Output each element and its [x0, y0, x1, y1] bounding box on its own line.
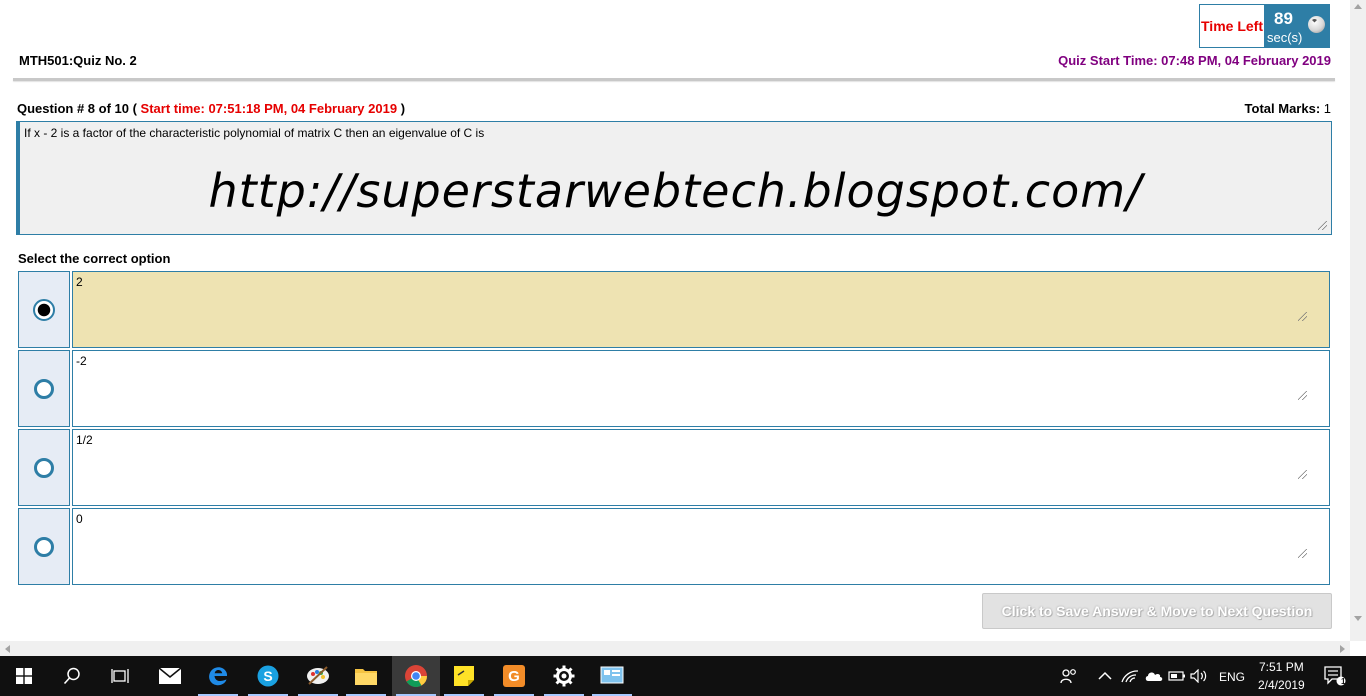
option-textarea[interactable]: 0	[72, 508, 1330, 585]
option-text: 2	[76, 275, 83, 289]
question-heading: Question # 8 of 10 ( Start time: 07:51:1…	[17, 101, 405, 116]
chevron-up-icon[interactable]	[1094, 656, 1116, 696]
option-textarea[interactable]: -2	[72, 350, 1330, 427]
save-next-button[interactable]: Click to Save Answer & Move to Next Ques…	[982, 593, 1332, 629]
time-left-counter: 89 sec(s)	[1264, 5, 1329, 47]
option-text: 1/2	[76, 433, 93, 447]
quiz-page: Time Left 89 sec(s) MTH501:Quiz No. 2 Qu…	[0, 0, 1350, 641]
total-marks-value: 1	[1320, 101, 1331, 116]
time-left-value: 89	[1274, 9, 1293, 28]
option-radio-cell[interactable]	[18, 271, 70, 348]
question-textarea[interactable]: If x - 2 is a factor of the characterist…	[16, 121, 1332, 235]
people-icon[interactable]	[1056, 656, 1082, 696]
resize-grip-icon[interactable]	[1298, 470, 1307, 479]
option-textarea[interactable]: 1/2	[72, 429, 1330, 506]
question-start-time: Start time: 07:51:18 PM, 04 February 201…	[140, 101, 398, 116]
resize-grip-icon[interactable]	[1298, 549, 1307, 558]
scroll-left-arrow-icon[interactable]	[5, 645, 10, 653]
resize-grip-icon[interactable]	[1318, 221, 1327, 230]
select-option-label: Select the correct option	[18, 251, 171, 266]
edge-icon[interactable]	[194, 656, 242, 696]
app-g-icon[interactable]: G	[490, 656, 538, 696]
option-radio-cell[interactable]	[18, 508, 70, 585]
settings-icon[interactable]	[540, 656, 588, 696]
wifi-icon[interactable]	[1118, 656, 1142, 696]
taskbar-date[interactable]: 2/4/2019	[1258, 678, 1305, 692]
time-left-widget: Time Left 89 sec(s)	[1199, 4, 1330, 48]
resize-grip-icon[interactable]	[1298, 391, 1307, 400]
taskbar-time[interactable]: 7:51 PM	[1259, 660, 1304, 674]
total-marks: Total Marks: 1	[1245, 101, 1331, 116]
radio-unchecked-icon[interactable]	[34, 536, 54, 557]
vertical-scrollbar[interactable]	[1350, 0, 1366, 641]
scroll-up-arrow-icon[interactable]	[1354, 4, 1362, 9]
option-textarea[interactable]: 2	[72, 271, 1330, 348]
radio-unchecked-icon[interactable]	[34, 378, 54, 399]
total-marks-label: Total Marks:	[1244, 101, 1321, 116]
radio-checked-icon[interactable]	[33, 298, 55, 321]
language-indicator[interactable]: ENG	[1219, 670, 1245, 684]
task-view-icon[interactable]	[96, 656, 144, 696]
resize-grip-icon[interactable]	[1298, 312, 1307, 321]
option-text: 0	[76, 512, 83, 526]
battery-icon[interactable]	[1166, 656, 1188, 696]
search-icon[interactable]	[48, 656, 96, 696]
notification-center-icon[interactable]: 1	[1318, 656, 1352, 696]
time-left-unit: sec(s)	[1267, 30, 1303, 45]
quiz-title: MTH501:Quiz No. 2	[19, 53, 137, 68]
scroll-down-arrow-icon[interactable]	[1354, 616, 1362, 621]
svg-text:S: S	[263, 668, 272, 684]
svg-text:G: G	[508, 668, 520, 685]
windows-start-icon[interactable]	[0, 656, 48, 696]
volume-icon[interactable]	[1188, 656, 1210, 696]
question-text: If x - 2 is a factor of the characterist…	[24, 126, 485, 140]
radio-unchecked-icon[interactable]	[34, 457, 54, 478]
option-text: -2	[76, 354, 87, 368]
sticky-notes-icon[interactable]	[440, 656, 488, 696]
control-panel-icon[interactable]	[588, 656, 636, 696]
option-radio-cell[interactable]	[18, 429, 70, 506]
header-divider	[13, 78, 1335, 81]
question-heading-close: )	[400, 101, 406, 116]
chrome-icon[interactable]	[392, 656, 440, 696]
file-explorer-icon[interactable]	[342, 656, 390, 696]
time-left-label: Time Left	[1200, 5, 1264, 47]
windows-taskbar: S G ENG 7:51 PM 2/4/2019 1	[0, 656, 1366, 696]
quiz-start-time: Quiz Start Time: 07:48 PM, 04 February 2…	[1058, 53, 1331, 68]
notification-count-badge: 1	[1341, 677, 1346, 686]
onedrive-cloud-icon[interactable]	[1142, 656, 1166, 696]
horizontal-scrollbar[interactable]	[0, 641, 1350, 656]
option-radio-cell[interactable]	[18, 350, 70, 427]
question-number: Question # 8 of 10 (	[17, 101, 137, 116]
mail-icon[interactable]	[146, 656, 194, 696]
scroll-right-arrow-icon[interactable]	[1340, 645, 1345, 653]
clock-dial-icon	[1308, 16, 1325, 33]
watermark-text: http://superstarwebtech.blogspot.com/	[208, 164, 1143, 218]
paint-icon[interactable]	[294, 656, 342, 696]
skype-icon[interactable]: S	[244, 656, 292, 696]
